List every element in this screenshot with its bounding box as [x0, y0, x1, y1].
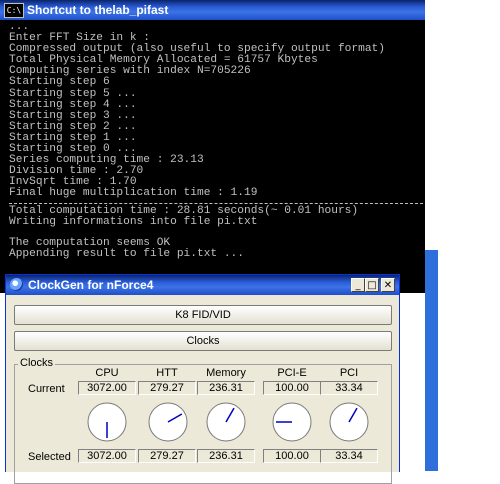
console-window[interactable]: C:\ Shortcut to thelab_pifast ... Enter F… — [0, 0, 425, 293]
current-label: Current — [28, 383, 65, 395]
selected-htt-value: 279.27 — [138, 449, 196, 463]
clockgen-window[interactable]: ClockGen for nForce4 _ □ ✕ K8 FID/VID Cl… — [5, 274, 400, 484]
console-icon: C:\ — [4, 3, 24, 18]
selected-cpu-value: 3072.00 — [78, 449, 136, 463]
minimize-button[interactable]: _ — [351, 278, 365, 292]
column-htt: HTT — [156, 367, 178, 379]
console-separator — [9, 202, 423, 204]
htt-dial[interactable] — [147, 401, 189, 443]
current-pci-value: 33.34 — [320, 381, 378, 395]
close-button[interactable]: ✕ — [381, 278, 395, 292]
cpu-dial[interactable] — [86, 401, 128, 443]
selected-pci-value: 33.34 — [320, 449, 378, 463]
pci-dial[interactable] — [328, 401, 370, 443]
desktop-edge — [425, 250, 438, 471]
column-memory: Memory — [206, 367, 246, 379]
clockgen-title: ClockGen for nForce4 — [28, 278, 154, 292]
clockgen-app-icon — [10, 278, 23, 291]
pci-e-dial[interactable] — [271, 401, 313, 443]
current-cpu-value: 3072.00 — [78, 381, 136, 395]
column-pci-e: PCI-E — [277, 367, 307, 379]
clockgen-title-bar[interactable]: ClockGen for nForce4 _ □ ✕ — [6, 275, 399, 295]
maximize-button[interactable]: □ — [365, 278, 379, 292]
selected-label: Selected — [28, 451, 71, 463]
clocks-button[interactable]: Clocks — [14, 331, 392, 351]
k8-fid-vid-button[interactable]: K8 FID/VID — [14, 305, 392, 325]
console-line: Final huge multiplication time : 1.19 — [9, 187, 258, 200]
console-line: Writing informations into file pi.txt — [9, 215, 258, 228]
clocks-group-label: Clocks — [18, 357, 56, 369]
console-title: Shortcut to thelab_pifast — [27, 3, 169, 17]
column-cpu: CPU — [95, 367, 119, 379]
console-title-bar[interactable]: C:\ Shortcut to thelab_pifast — [0, 0, 425, 20]
memory-dial[interactable] — [205, 401, 247, 443]
current-htt-value: 279.27 — [138, 381, 196, 395]
selected-memory-value: 236.31 — [197, 449, 255, 463]
console-line: Starting step 6 — [9, 76, 110, 89]
current-pci-e-value: 100.00 — [263, 381, 321, 395]
console-line: Appending result to file pi.txt ... — [9, 247, 244, 260]
current-memory-value: 236.31 — [197, 381, 255, 395]
console-output: ... Enter FFT Size in k : Compressed outpu… — [9, 21, 425, 260]
console-line: Total computation time : 28.81 seconds(~… — [9, 204, 359, 217]
column-pci: PCI — [339, 367, 359, 379]
console-line: Starting step 5 ... — [9, 87, 137, 100]
selected-pci-e-value: 100.00 — [263, 449, 321, 463]
